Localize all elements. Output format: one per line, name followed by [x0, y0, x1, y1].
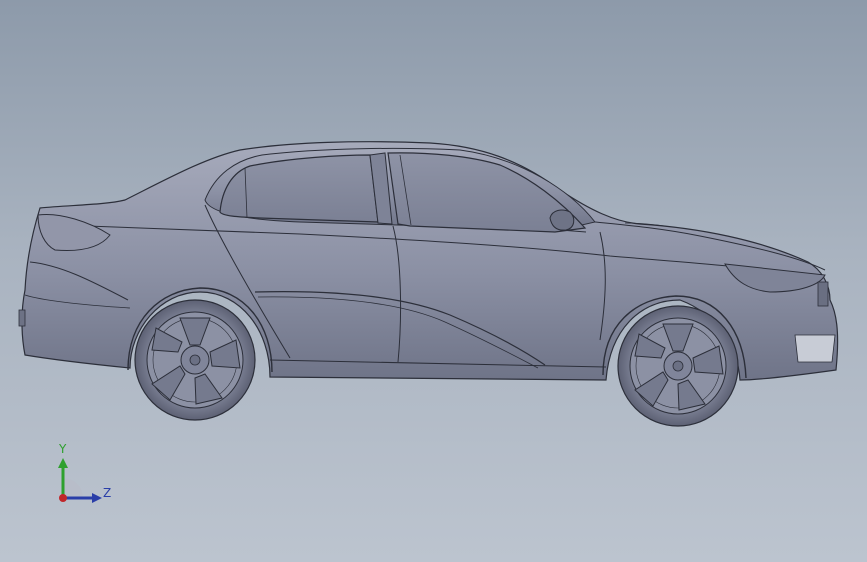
rear-wheel	[134, 299, 256, 421]
triad-quadrant	[63, 478, 83, 498]
graphics-viewport[interactable]: Y Z	[0, 0, 867, 562]
y-axis-label: Y	[59, 442, 67, 456]
triad-origin	[59, 494, 67, 502]
front-wheel	[617, 305, 739, 427]
z-axis-label: Z	[103, 486, 112, 500]
car-model[interactable]	[0, 0, 867, 562]
